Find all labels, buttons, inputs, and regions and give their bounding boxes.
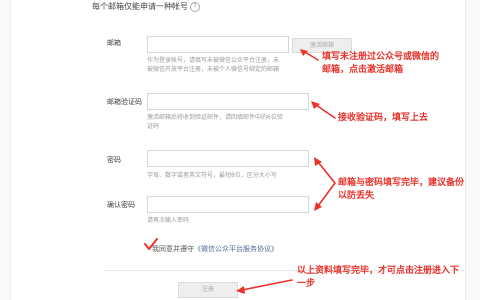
arrow-password bbox=[317, 161, 336, 184]
annotation-arrows bbox=[236, 49, 336, 294]
arrow-email bbox=[304, 51, 319, 61]
annotation-register: 以上资料填写完毕，才可点击注册进入下 一步 bbox=[297, 266, 460, 289]
annotation-password: 邮箱与密码填写完毕，建议备份 以防丢失 bbox=[338, 178, 465, 201]
annotation-email: 填写未注册过公众号或微信的 邮箱，点击激活邮箱 bbox=[322, 52, 440, 75]
arrow-code bbox=[315, 104, 336, 119]
arrow-register bbox=[241, 279, 293, 291]
arrow-confirm bbox=[317, 182, 336, 207]
annotation-code: 接收验证码，填写上去 bbox=[338, 113, 429, 123]
